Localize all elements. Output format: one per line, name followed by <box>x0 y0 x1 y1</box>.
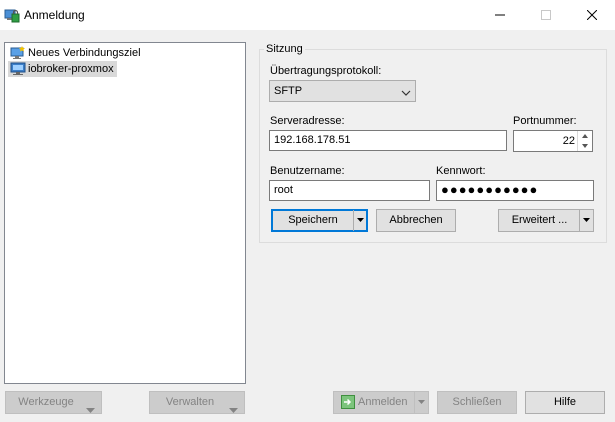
cancel-button-label: Abbrechen <box>389 214 443 226</box>
tools-button-label: Werkzeuge <box>18 396 74 408</box>
login-icon <box>341 395 355 409</box>
advanced-dropdown-arrow[interactable] <box>579 210 593 231</box>
save-button[interactable]: Speichern <box>271 209 368 232</box>
port-label: Portnummer: <box>513 115 577 127</box>
save-dropdown-arrow[interactable] <box>353 210 367 231</box>
host-label: Serveradresse: <box>270 115 345 127</box>
maximize-button[interactable] <box>523 0 569 30</box>
window-title: Anmeldung <box>24 8 85 22</box>
port-spinner[interactable]: 22 <box>513 130 593 152</box>
manage-button[interactable]: Verwalten <box>149 391 245 414</box>
close-dialog-button[interactable]: Schließen <box>437 391 517 414</box>
login-button-label: Anmelden <box>358 396 408 408</box>
chevron-down-icon <box>418 400 425 404</box>
close-dialog-button-label: Schließen <box>452 396 502 408</box>
username-label: Benutzername: <box>270 165 345 177</box>
tree-item-iobroker-proxmox[interactable]: iobroker-proxmox <box>8 61 117 77</box>
tree-item-label: iobroker-proxmox <box>28 63 114 75</box>
maximize-icon <box>541 10 551 21</box>
advanced-button-label: Erweitert ... <box>511 214 568 226</box>
protocol-label: Übertragungsprotokoll: <box>270 65 382 77</box>
protocol-select[interactable]: SFTP <box>269 80 416 102</box>
chevron-down-icon <box>357 218 364 222</box>
host-field[interactable]: 192.168.178.51 <box>269 130 507 151</box>
chevron-down-icon <box>401 86 411 100</box>
minimize-button[interactable] <box>477 0 523 30</box>
chevron-down-icon <box>229 400 238 421</box>
session-group-title: Sitzung <box>264 43 305 55</box>
close-button[interactable] <box>569 0 615 30</box>
login-button[interactable]: Anmelden <box>333 391 429 414</box>
login-app-icon <box>4 7 20 23</box>
minimize-icon <box>495 14 505 16</box>
host-value: 192.168.178.51 <box>274 134 351 146</box>
chevron-down-icon <box>86 400 95 421</box>
password-label: Kennwort: <box>436 165 486 177</box>
computer-icon <box>10 62 26 76</box>
username-value: root <box>274 184 293 196</box>
password-field[interactable]: ●●●●●●●●●●● <box>436 180 594 201</box>
advanced-button[interactable]: Erweitert ... <box>498 209 594 232</box>
chevron-down-icon <box>583 218 590 222</box>
site-tree[interactable]: Neues Verbindungsziel iobroker-proxmox <box>4 42 246 384</box>
port-spin-buttons <box>577 131 592 151</box>
port-decrement-button[interactable] <box>578 141 592 151</box>
arrow-up-icon <box>582 134 588 138</box>
password-masked-value: ●●●●●●●●●●● <box>441 182 539 197</box>
arrow-down-icon <box>582 144 588 148</box>
tools-button[interactable]: Werkzeuge <box>5 391 102 414</box>
tree-item-new-site[interactable]: Neues Verbindungsziel <box>8 45 144 61</box>
tree-item-label: Neues Verbindungsziel <box>28 47 141 59</box>
manage-button-label: Verwalten <box>165 396 215 408</box>
new-site-icon <box>10 46 26 60</box>
save-button-label: Speichern <box>288 214 338 226</box>
title-bar: Anmeldung <box>0 0 615 30</box>
login-dropdown-arrow[interactable] <box>414 392 428 413</box>
help-button-label: Hilfe <box>553 396 576 408</box>
help-button[interactable]: Hilfe <box>525 391 605 414</box>
protocol-value: SFTP <box>274 85 303 97</box>
username-field[interactable]: root <box>269 180 430 201</box>
close-icon <box>586 9 598 21</box>
port-increment-button[interactable] <box>578 131 592 141</box>
cancel-button[interactable]: Abbrechen <box>376 209 456 232</box>
port-value: 22 <box>562 135 575 147</box>
